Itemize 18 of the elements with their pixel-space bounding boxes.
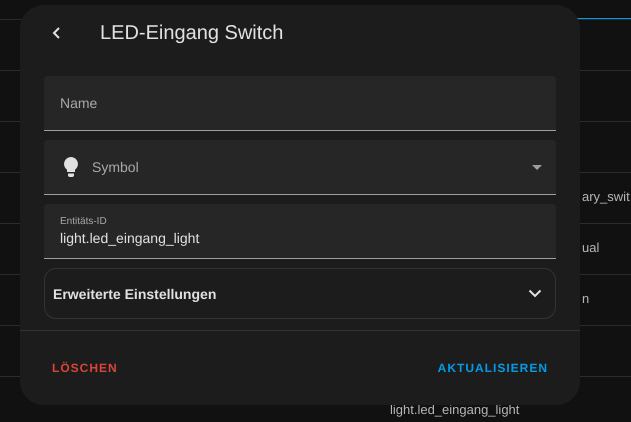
caret-icon (532, 164, 542, 170)
dialog-title: LED-Eingang Switch (100, 22, 284, 44)
lightbulb-icon (64, 157, 78, 177)
entity-id-field[interactable]: Entitäts-ID light.led_eingang_light (44, 204, 556, 259)
back-icon[interactable] (52, 26, 62, 40)
icon-select[interactable]: Symbol (44, 140, 556, 195)
field-label: Entitäts-ID (60, 216, 107, 227)
tab-indicator (577, 18, 631, 20)
field-value: light.led_eingang_light (60, 230, 200, 246)
entity-id-text: ary_swit (582, 189, 630, 204)
chevron-icon (528, 289, 542, 298)
name-field[interactable]: Name (44, 76, 556, 131)
advanced-settings-expander[interactable]: Erweiterte Einstellungen (44, 268, 556, 319)
delete-button[interactable]: LÖSCHEN (44, 353, 126, 383)
update-button[interactable]: AKTUALISIEREN (430, 353, 556, 383)
entity-id-text: n (582, 291, 590, 306)
entity-id-text: light.led_eingang_light (390, 402, 520, 417)
entity-id-text: ual (582, 240, 600, 255)
